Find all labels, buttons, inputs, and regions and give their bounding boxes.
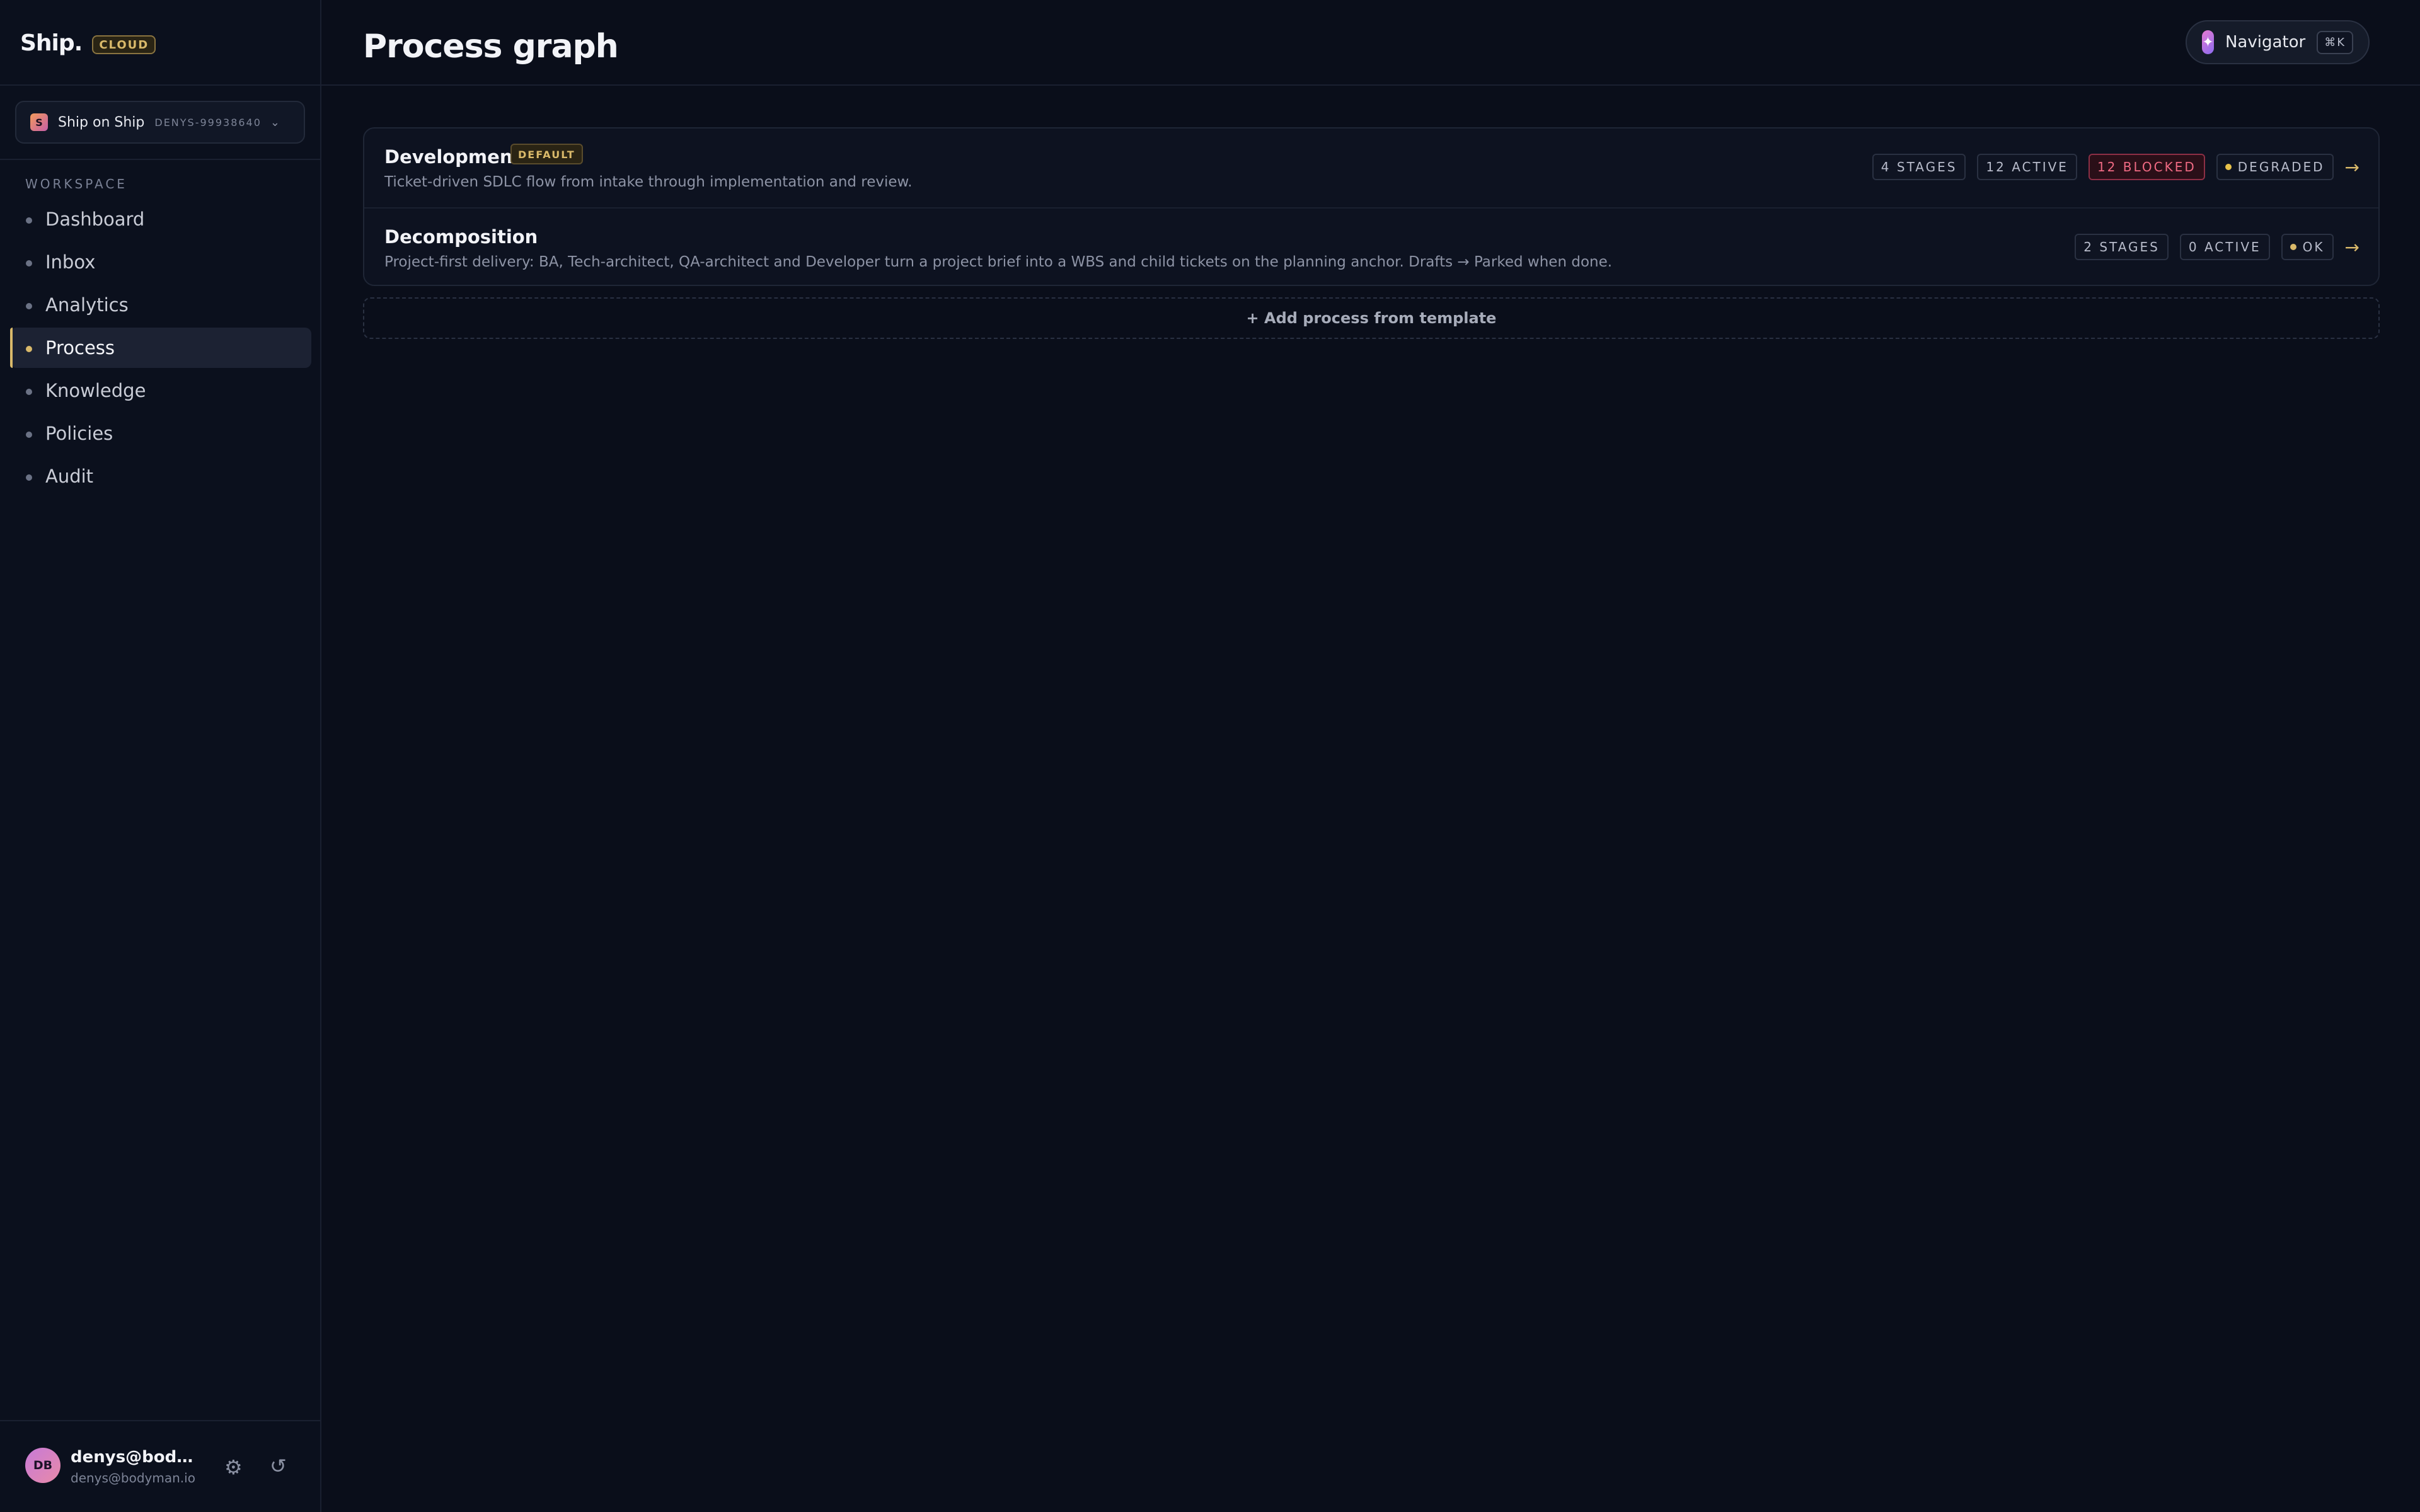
user-name: denys@bodyman.io (71, 1448, 203, 1467)
arrow-right-icon[interactable]: → (2345, 157, 2360, 178)
process-list: Development DEFAULT Ticket-driven SDLC f… (363, 127, 2380, 286)
sidebar-item-label: Dashboard (45, 209, 145, 230)
shortcut-hint: ⌘K (2317, 30, 2353, 54)
status-dot-icon (2290, 244, 2296, 250)
bullet-icon (26, 432, 32, 438)
sidebar-nav: Dashboard Inbox Analytics Process Knowle… (10, 199, 311, 499)
chevron-down-icon: ⌄ (270, 115, 280, 129)
workspace-name: Ship on Ship (58, 114, 145, 130)
navigator-label: Navigator (2225, 33, 2306, 52)
blocked-chip: 12 BLOCKED (2088, 154, 2205, 180)
bullet-icon (26, 303, 32, 309)
sidebar-item-policies[interactable]: Policies (10, 413, 311, 454)
status-label: OK (2302, 239, 2325, 255)
stages-chip: 4 STAGES (1872, 154, 1966, 180)
brand[interactable]: Ship. CLOUD (20, 25, 156, 60)
add-process-button[interactable]: + Add process from template (363, 297, 2380, 339)
section-label-workspace: WORKSPACE (25, 176, 127, 192)
status-dot-icon (2225, 164, 2232, 170)
stages-chip: 2 STAGES (2075, 234, 2169, 260)
status-badge: DEGRADED (2216, 154, 2334, 180)
sidebar-item-label: Process (45, 337, 115, 358)
arrow-right-icon[interactable]: → (2345, 237, 2360, 258)
sidebar-item-inbox[interactable]: Inbox (10, 242, 311, 282)
process-row-development[interactable]: Development DEFAULT Ticket-driven SDLC f… (364, 129, 2378, 207)
bullet-icon (26, 389, 32, 395)
user-panel: DB denys@bodyman.io denys@bodyman.io ⚙ ↺ (0, 1420, 320, 1512)
sidebar-item-label: Knowledge (45, 380, 146, 401)
sidebar-item-knowledge[interactable]: Knowledge (10, 370, 311, 411)
status-label: DEGRADED (2237, 159, 2325, 175)
process-description: Project-first delivery: BA, Tech-archite… (384, 254, 1613, 270)
cloud-badge: CLOUD (92, 35, 156, 54)
process-stats: 2 STAGES 0 ACTIVE OK → (2063, 234, 2360, 260)
sidebar-divider (0, 159, 320, 160)
active-chip: 12 ACTIVE (1977, 154, 2077, 180)
process-title: Development (384, 146, 522, 168)
gear-icon[interactable]: ⚙ (224, 1455, 243, 1479)
process-stats: 4 STAGES 12 ACTIVE 12 BLOCKED DEGRADED → (1861, 154, 2360, 180)
navigator-button[interactable]: ✦ Navigator ⌘K (2186, 20, 2370, 64)
sparkle-icon: ✦ (2202, 30, 2214, 54)
active-chip: 0 ACTIVE (2179, 234, 2270, 260)
sidebar-item-label: Policies (45, 423, 113, 444)
user-email: denys@bodyman.io (71, 1470, 195, 1486)
workspace-switcher[interactable]: S Ship on Ship DENYS-99938640 ⌄ (15, 101, 305, 144)
avatar[interactable]: DB (25, 1448, 60, 1483)
status-badge: OK (2281, 234, 2334, 260)
workspace-id: DENYS-99938640 (154, 116, 262, 129)
sidebar-item-analytics[interactable]: Analytics (10, 285, 311, 325)
default-badge: DEFAULT (510, 144, 583, 164)
sidebar-item-label: Audit (45, 466, 94, 487)
bullet-icon (26, 474, 32, 481)
bullet-icon (26, 217, 32, 224)
process-row-decomposition[interactable]: Decomposition Project-first delivery: BA… (364, 207, 2378, 285)
workspace-logo-icon: S (30, 113, 48, 131)
brand-logo: Ship. (20, 30, 83, 56)
bullet-icon (26, 260, 32, 266)
sidebar-divider (0, 84, 320, 86)
process-title: Decomposition (384, 226, 538, 248)
sidebar-item-process[interactable]: Process (10, 328, 311, 368)
process-description: Ticket-driven SDLC flow from intake thro… (384, 174, 913, 190)
sidebar-item-audit[interactable]: Audit (10, 456, 311, 496)
page-title: Process graph (363, 28, 619, 66)
bullet-icon (26, 346, 32, 352)
sidebar-item-label: Analytics (45, 294, 129, 316)
sidebar-item-dashboard[interactable]: Dashboard (10, 199, 311, 239)
page-header: Process graph ✦ Navigator ⌘K (321, 0, 2420, 86)
sidebar: Ship. CLOUD S Ship on Ship DENYS-9993864… (0, 0, 321, 1512)
sidebar-item-label: Inbox (45, 251, 96, 273)
history-icon[interactable]: ↺ (270, 1454, 287, 1478)
